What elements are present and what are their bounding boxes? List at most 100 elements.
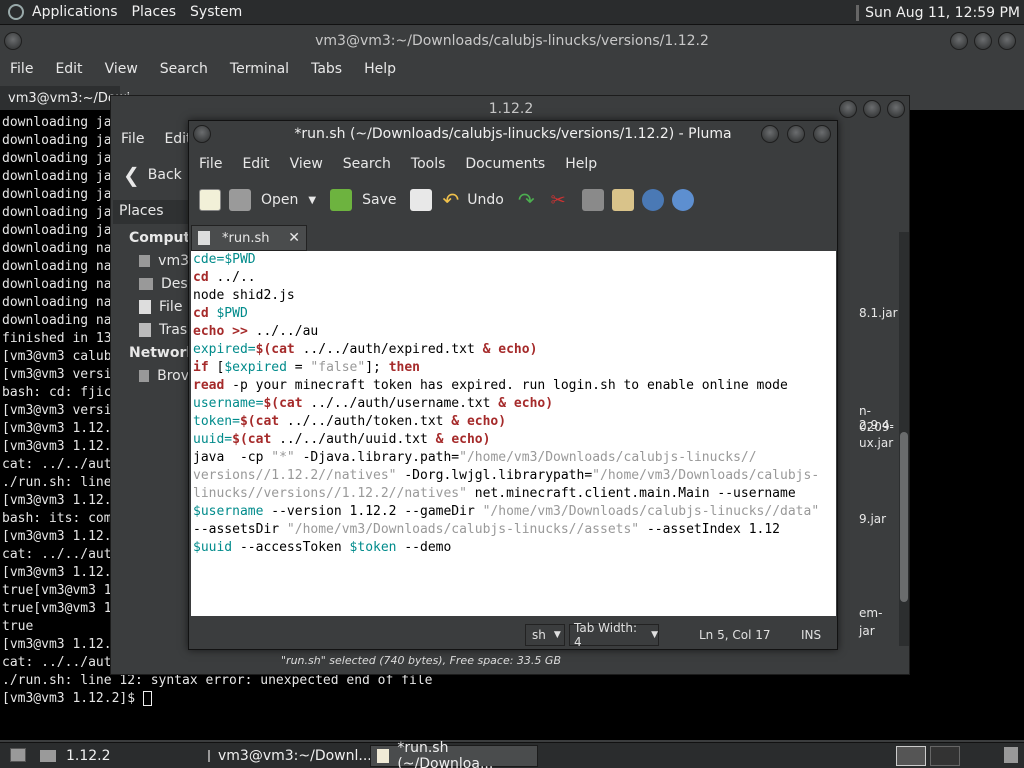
code-token: $username xyxy=(193,504,264,519)
terminal-line: [vm3@vm3 1.12.2]$ xyxy=(2,690,1022,708)
code-token: "/home/vm3/Downloads/calubjs- xyxy=(592,468,820,483)
menu-system[interactable]: System xyxy=(190,4,242,20)
fm-minimize-button[interactable] xyxy=(839,100,857,118)
workspace-switcher-2[interactable] xyxy=(930,746,960,766)
insert-mode: INS xyxy=(801,628,822,642)
pluma-menu-edit[interactable]: Edit xyxy=(232,156,279,172)
copy-icon[interactable] xyxy=(581,189,604,211)
pluma-close-button[interactable] xyxy=(813,125,831,143)
file-item[interactable]: em- xyxy=(859,606,882,620)
clock[interactable]: Sun Aug 11, 12:59 PM xyxy=(865,5,1020,21)
fm-scrollbar[interactable] xyxy=(899,232,909,646)
pluma-minimize-button[interactable] xyxy=(761,125,779,143)
cut-icon[interactable]: ✂ xyxy=(551,190,566,211)
workspace-switcher-1[interactable] xyxy=(896,746,926,766)
code-token: -Djava.library.path= xyxy=(294,450,460,465)
taskbar-item-pluma[interactable]: *run.sh (~/Downloa... xyxy=(370,740,538,768)
pluma-maximize-button[interactable] xyxy=(787,125,805,143)
language-label: sh xyxy=(532,628,546,642)
terminal-maximize-button[interactable] xyxy=(974,32,992,50)
code-token: $(cat xyxy=(239,414,280,429)
sidebar-item-home[interactable]: vm3 xyxy=(117,249,189,272)
menu-places[interactable]: Places xyxy=(132,4,177,20)
file-item[interactable]: 0209- xyxy=(859,420,894,434)
terminal-menu-help[interactable]: Help xyxy=(352,61,406,77)
open-button-label[interactable]: Open xyxy=(261,192,298,208)
fm-back-button[interactable]: ❮ Back xyxy=(123,162,182,188)
pluma-titlebar[interactable]: *run.sh (~/Downloads/calubjs-linucks/ver… xyxy=(189,121,837,147)
undo-icon[interactable]: ↶ xyxy=(442,188,459,212)
code-token: cd xyxy=(193,306,209,321)
document-tab-label: *run.sh xyxy=(222,230,270,246)
terminal-close-button[interactable] xyxy=(998,32,1016,50)
new-document-icon[interactable] xyxy=(199,189,221,211)
find-icon[interactable] xyxy=(641,189,664,211)
close-tab-icon[interactable]: ✕ xyxy=(288,230,300,246)
fm-close-button[interactable] xyxy=(887,100,905,118)
open-dropdown-icon[interactable]: ▼ xyxy=(308,195,316,206)
fm-sidebar: Compute vm3 Des File Tras Network Brov xyxy=(117,226,200,387)
print-icon[interactable] xyxy=(410,189,433,211)
folder-icon xyxy=(40,750,56,762)
pluma-menu-help[interactable]: Help xyxy=(555,156,607,172)
open-icon[interactable] xyxy=(229,189,251,211)
code-token: -p your minecraft token has expired. run… xyxy=(224,378,788,393)
terminal-tab[interactable]: vm3@vm3:~/Dowi xyxy=(0,86,130,110)
show-desktop-icon[interactable] xyxy=(10,748,26,762)
redo-icon[interactable]: ↷ xyxy=(518,188,535,212)
fm-scrollbar-thumb[interactable] xyxy=(900,432,908,602)
paste-icon[interactable] xyxy=(611,189,634,211)
fm-menu-file[interactable]: File xyxy=(111,131,154,147)
code-token: node shid2.js xyxy=(193,288,295,303)
terminal-menu-tabs[interactable]: Tabs xyxy=(299,61,352,77)
taskbar-item-filemanager[interactable]: 1.12.2 xyxy=(34,745,194,767)
file-item[interactable]: ux.jar xyxy=(859,436,893,450)
save-icon[interactable] xyxy=(330,189,353,211)
pluma-menu-view[interactable]: View xyxy=(280,156,333,172)
pluma-menu-tools[interactable]: Tools xyxy=(401,156,456,172)
fm-title: 1.12.2 xyxy=(488,101,534,117)
file-item[interactable]: 9.jar xyxy=(859,512,886,526)
document-tab[interactable]: *run.sh ✕ xyxy=(191,225,307,251)
pluma-menu-button[interactable] xyxy=(193,125,211,143)
code-editor[interactable]: cde=$PWD cd ../.. node shid2.js cd $PWD echo… xyxy=(191,251,836,616)
terminal-menu-view[interactable]: View xyxy=(93,61,148,77)
terminal-menu-search[interactable]: Search xyxy=(148,61,218,77)
taskbar-item-terminal[interactable]: vm3@vm3:~/Downl... xyxy=(202,745,372,767)
code-token: cd xyxy=(193,270,209,285)
sidebar-item-desktop[interactable]: Des xyxy=(117,272,189,295)
code-token: echo) xyxy=(451,432,491,447)
language-selector[interactable]: sh ▼ xyxy=(525,624,565,646)
code-token: $expired xyxy=(224,360,287,375)
pluma-menu-search[interactable]: Search xyxy=(333,156,401,172)
code-token: echo) xyxy=(498,342,538,357)
applications-icon[interactable] xyxy=(8,4,24,20)
terminal-menu-button[interactable] xyxy=(4,32,22,50)
pluma-menu-file[interactable]: File xyxy=(189,156,232,172)
fm-file-list[interactable]: 8.1.jar n-2.9.4- 0209- ux.jar 9.jar em- … xyxy=(839,236,899,656)
file-item[interactable]: jar xyxy=(859,624,875,638)
sidebar-item-trash[interactable]: Tras xyxy=(117,318,189,341)
fm-maximize-button[interactable] xyxy=(863,100,881,118)
terminal-menu-edit[interactable]: Edit xyxy=(43,61,92,77)
save-button-label[interactable]: Save xyxy=(362,192,396,208)
fm-titlebar[interactable]: 1.12.2 xyxy=(111,96,911,122)
terminal-menu-terminal[interactable]: Terminal xyxy=(218,61,299,77)
code-token: "false" xyxy=(310,360,366,375)
file-item[interactable]: 8.1.jar xyxy=(859,306,898,320)
trash-applet-icon[interactable] xyxy=(1004,747,1018,763)
undo-button-label[interactable]: Undo xyxy=(467,192,504,208)
tab-width-label: Tab Width: 4 xyxy=(574,621,638,649)
terminal-minimize-button[interactable] xyxy=(950,32,968,50)
code-line: --assetsDir "/home/vm3/Downloads/calubjs… xyxy=(193,521,834,539)
terminal-menu-file[interactable]: File xyxy=(0,61,43,77)
replace-icon[interactable] xyxy=(671,189,694,211)
terminal-titlebar[interactable]: vm3@vm3:~/Downloads/calubjs-linucks/vers… xyxy=(0,26,1024,56)
fm-places-dropdown[interactable]: Places xyxy=(113,200,189,224)
tab-width-selector[interactable]: Tab Width: 4 ▼ xyxy=(569,621,659,649)
sidebar-item-browse[interactable]: Brov xyxy=(117,364,189,387)
sidebar-item-filesystem[interactable]: File xyxy=(117,295,189,318)
menu-applications[interactable]: Applications xyxy=(32,4,118,20)
pluma-menu-documents[interactable]: Documents xyxy=(455,156,555,172)
